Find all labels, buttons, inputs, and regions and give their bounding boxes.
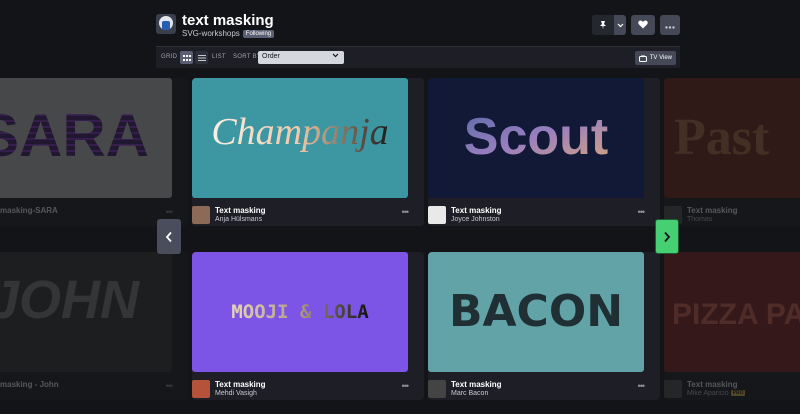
avatar[interactable] — [192, 206, 210, 224]
pen-art-text: MOOJI & LOLA — [231, 301, 369, 323]
pen-card[interactable]: JOHN masking - John ••• — [0, 252, 188, 400]
pen-card[interactable]: BACON Text masking Marc Bacon ••• — [428, 252, 660, 400]
pen-thumbnail[interactable]: MOOJI & LOLA — [192, 252, 408, 372]
pen-title[interactable]: masking-SARA — [0, 206, 58, 215]
pen-art-text: Past — [674, 109, 770, 166]
sort-label: SORT BY — [233, 54, 262, 60]
pen-art-text: Champanja — [211, 111, 388, 153]
pen-card[interactable]: Scout Text masking Joyce Johnston ••• — [428, 78, 660, 226]
pen-author[interactable]: Joyce Johnston — [451, 216, 500, 223]
pen-meta: masking - John ••• — [0, 378, 174, 400]
pen-meta: masking-SARA ••• — [0, 204, 174, 226]
pen-card[interactable]: MOOJI & LOLA Text masking Mehdi Vasigh •… — [192, 252, 424, 400]
pen-meta: Text masking Joyce Johnston ••• — [428, 204, 646, 226]
heart-button[interactable] — [631, 15, 655, 35]
pen-author[interactable]: Mehdi Vasigh — [215, 390, 257, 397]
grid-icon — [182, 54, 191, 61]
pro-badge: PRO — [730, 390, 746, 396]
pen-title[interactable]: Text masking — [451, 380, 502, 389]
pen-card[interactable]: Champanja Text masking Anja Hülsmans ••• — [192, 78, 424, 226]
pen-thumbnail[interactable]: Champanja — [192, 78, 408, 198]
pen-title[interactable]: Text masking — [215, 380, 266, 389]
pen-art-text: BACON — [449, 286, 623, 337]
list-label: LIST — [212, 54, 226, 60]
more-icon[interactable]: ••• — [402, 207, 410, 217]
pen-meta: Text masking Anja Hülsmans ••• — [192, 204, 410, 226]
following-badge[interactable]: Following — [242, 30, 275, 38]
list-icon — [197, 54, 206, 61]
sort-select[interactable]: Order — [258, 51, 344, 64]
avatar[interactable] — [428, 206, 446, 224]
pin-icon — [592, 15, 614, 35]
avatar[interactable] — [428, 380, 446, 398]
list-view-button[interactable] — [195, 51, 208, 64]
collection-avatar[interactable] — [156, 14, 176, 34]
pen-meta: Text masking Thomas — [664, 204, 800, 226]
pen-art-text: SARA — [0, 102, 149, 169]
collection-owner-line: SVG-workshops Following — [182, 29, 275, 38]
pen-author-name[interactable]: Mike Aparicio — [687, 390, 729, 397]
chevron-down-icon — [332, 53, 339, 60]
pen-card[interactable]: SARA masking-SARA ••• — [0, 78, 188, 226]
pen-title[interactable]: Text masking — [687, 206, 738, 215]
pen-title[interactable]: masking - John — [0, 380, 59, 389]
avatar[interactable] — [664, 380, 682, 398]
previous-button[interactable] — [157, 219, 181, 254]
pen-author[interactable]: Thomas — [687, 216, 712, 223]
pen-card[interactable]: Past Text masking Thomas — [664, 78, 800, 226]
collection-header: text masking SVG-workshops Following — [156, 10, 680, 44]
pen-art-text: JOHN — [0, 270, 140, 330]
pen-thumbnail[interactable]: Scout — [428, 78, 644, 198]
chevron-down-icon[interactable] — [614, 23, 626, 28]
pen-author[interactable]: Marc Bacon — [451, 390, 488, 397]
pen-thumbnail[interactable]: SARA — [0, 78, 172, 198]
more-icon[interactable]: ••• — [638, 207, 646, 217]
heart-icon — [638, 16, 648, 34]
chevron-left-icon — [165, 231, 172, 242]
grid-view-button[interactable] — [180, 51, 193, 64]
more-icon[interactable]: ••• — [166, 381, 174, 391]
pen-meta: Text masking Marc Bacon ••• — [428, 378, 646, 400]
pen-meta: Text masking Mehdi Vasigh ••• — [192, 378, 410, 400]
chevron-right-icon — [664, 231, 671, 242]
pen-title[interactable]: Text masking — [215, 206, 266, 215]
next-button[interactable] — [655, 219, 679, 254]
more-icon[interactable]: ••• — [402, 381, 410, 391]
pen-meta: Text masking Mike Aparicio PRO — [664, 378, 800, 400]
pen-thumbnail[interactable]: JOHN — [0, 252, 172, 372]
tv-view-button[interactable]: TV View — [634, 51, 676, 65]
pen-author: Mike Aparicio PRO — [687, 390, 746, 397]
more-icon[interactable]: ••• — [638, 381, 646, 391]
pen-art-text: Scout — [464, 108, 608, 166]
tv-view-label: TV View — [649, 55, 672, 61]
collection-title: text masking — [182, 12, 274, 29]
more-button[interactable] — [660, 15, 680, 35]
pen-author[interactable]: Anja Hülsmans — [215, 216, 262, 223]
grid-label: GRID — [161, 54, 178, 60]
pen-title[interactable]: Text masking — [451, 206, 502, 215]
pen-thumbnail[interactable]: Past — [664, 78, 800, 198]
pin-button[interactable] — [592, 15, 626, 35]
pen-thumbnail[interactable]: PIZZA PA — [664, 252, 800, 372]
tv-icon — [638, 54, 647, 62]
sort-value: Order — [262, 53, 280, 60]
view-toolbar: GRID LIST SORT BY Order TV View — [156, 46, 680, 68]
more-icon[interactable]: ••• — [166, 207, 174, 217]
pen-art-text: PIZZA PA — [672, 298, 800, 331]
pen-thumbnail[interactable]: BACON — [428, 252, 644, 372]
avatar[interactable] — [192, 380, 210, 398]
owner-link[interactable]: SVG-workshops — [182, 29, 240, 38]
pen-card[interactable]: PIZZA PA Text masking Mike Aparicio PRO — [664, 252, 800, 400]
pen-title[interactable]: Text masking — [687, 380, 738, 389]
more-icon — [665, 16, 675, 34]
